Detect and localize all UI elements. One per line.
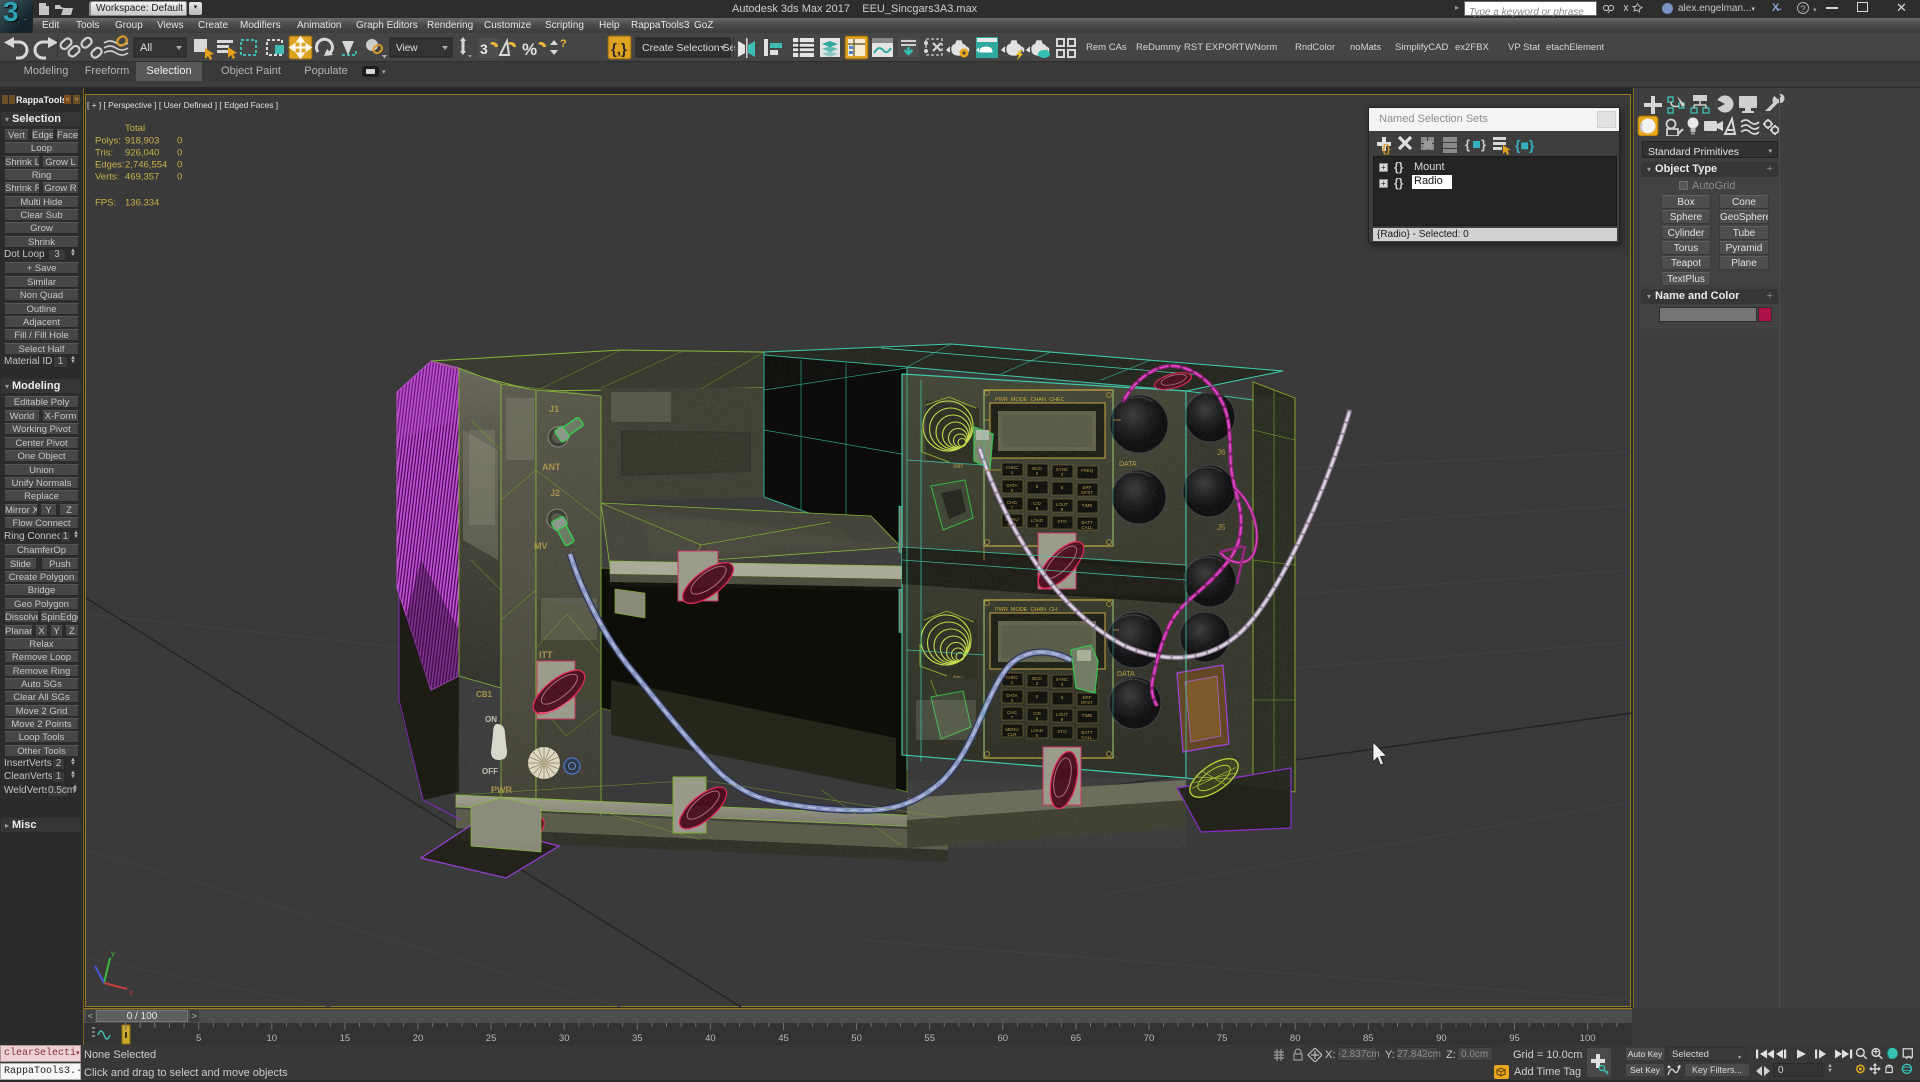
svg-text:25: 25 <box>486 1033 497 1044</box>
svg-text:Tris:: Tris: <box>95 148 113 159</box>
svg-text:0: 0 <box>177 172 182 183</box>
svg-text:Edges:: Edges: <box>95 160 125 171</box>
svg-text:5: 5 <box>196 1033 201 1044</box>
svg-text:35: 35 <box>632 1033 643 1044</box>
svg-text:[ + ] [ Perspective ] [ User D: [ + ] [ Perspective ] [ User Defined ] [… <box>87 100 278 110</box>
svg-text:FPS:: FPS: <box>95 198 116 209</box>
svg-text:Polys:: Polys: <box>95 136 121 147</box>
svg-text:2,746,554: 2,746,554 <box>125 160 167 171</box>
svg-text:95: 95 <box>1509 1033 1520 1044</box>
svg-text:15: 15 <box>340 1033 351 1044</box>
svg-text:55: 55 <box>924 1033 935 1044</box>
svg-text:136.334: 136.334 <box>125 198 159 209</box>
svg-text:{: { <box>1465 137 1470 152</box>
svg-text:0: 0 <box>177 136 182 147</box>
svg-text:60: 60 <box>998 1033 1009 1044</box>
svg-text:3: 3 <box>480 41 488 57</box>
svg-text:{}: {} <box>1382 143 1391 155</box>
svg-text:918,903: 918,903 <box>125 136 159 147</box>
svg-text:65: 65 <box>1071 1033 1082 1044</box>
svg-text:469,357: 469,357 <box>125 172 159 183</box>
svg-text:{,}: {,} <box>611 41 627 58</box>
svg-text:926,040: 926,040 <box>125 148 159 159</box>
svg-text:}: } <box>1481 137 1486 152</box>
svg-text:y: y <box>111 949 115 958</box>
svg-text:30: 30 <box>559 1033 570 1044</box>
svg-text:20: 20 <box>413 1033 424 1044</box>
svg-text:All: All <box>140 42 152 54</box>
svg-text:View: View <box>396 43 418 54</box>
svg-text:Total: Total <box>125 123 145 134</box>
svg-text:100: 100 <box>1580 1033 1596 1044</box>
svg-text:90: 90 <box>1436 1033 1447 1044</box>
svg-text:?: ? <box>560 38 567 50</box>
svg-text:0: 0 <box>177 148 182 159</box>
svg-text:x: x <box>129 988 133 997</box>
svg-text:%: % <box>522 40 537 59</box>
svg-text:10: 10 <box>267 1033 278 1044</box>
svg-text:{■}: {■} <box>1515 137 1535 153</box>
svg-text:45: 45 <box>778 1033 789 1044</box>
svg-text:75: 75 <box>1217 1033 1228 1044</box>
svg-text:85: 85 <box>1363 1033 1374 1044</box>
svg-text:50: 50 <box>851 1033 862 1044</box>
svg-text:70: 70 <box>1144 1033 1155 1044</box>
svg-text:Verts:: Verts: <box>95 172 119 183</box>
svg-text:80: 80 <box>1290 1033 1301 1044</box>
svg-text:0: 0 <box>177 160 182 171</box>
svg-text:40: 40 <box>705 1033 716 1044</box>
